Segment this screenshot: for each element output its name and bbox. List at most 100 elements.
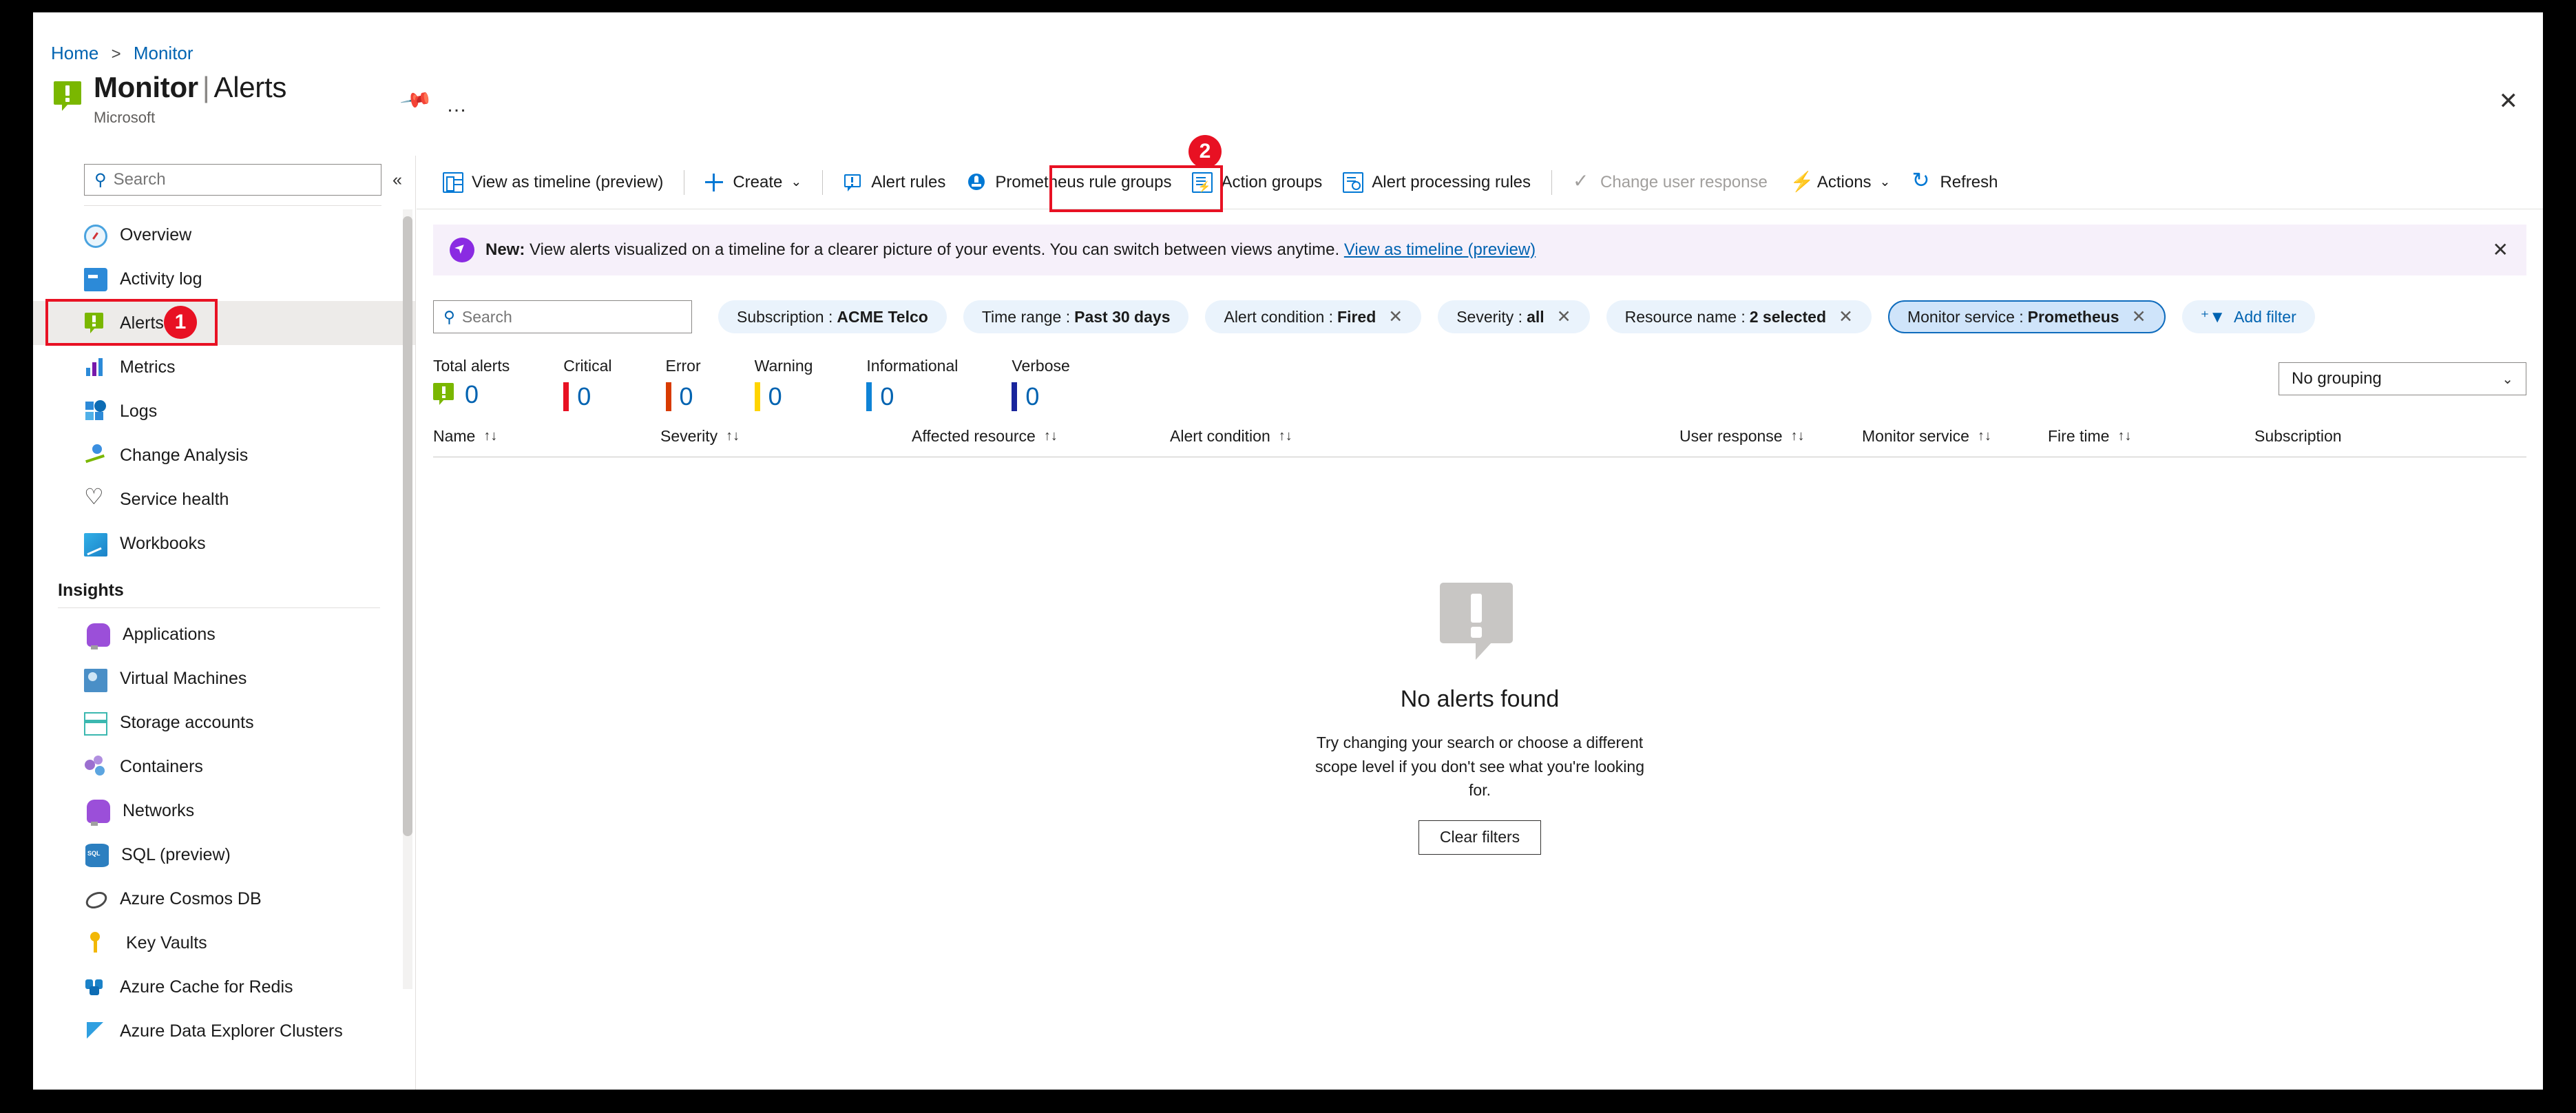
filter-chip-value: 2 selected bbox=[1749, 307, 1826, 326]
add-filter-button[interactable]: ⁺▼ Add filter bbox=[2181, 300, 2315, 333]
filter-chip-time-range[interactable]: Time range : Past 30 days bbox=[963, 300, 1189, 333]
summary-informational[interactable]: Informational 0 bbox=[866, 357, 958, 411]
column-header-user-response[interactable]: User response ↑↓ bbox=[1679, 427, 1862, 446]
remove-filter-icon[interactable]: ✕ bbox=[1557, 306, 1571, 327]
toolbar-action-groups[interactable]: Action groups bbox=[1182, 165, 1332, 200]
banner-message: View alerts visualized on a timeline for… bbox=[530, 240, 1340, 259]
summary-warning[interactable]: Warning 0 bbox=[754, 357, 813, 411]
empty-state-message: Try changing your search or choose a dif… bbox=[1315, 734, 1644, 799]
filter-chip-severity[interactable]: Severity : all ✕ bbox=[1438, 300, 1590, 333]
sidebar-section-insights: Insights bbox=[58, 581, 124, 600]
column-header-monitor-service[interactable]: Monitor service ↑↓ bbox=[1862, 427, 2048, 446]
summary-total-alerts[interactable]: Total alerts 0 bbox=[433, 357, 510, 411]
sidebar-item-applications[interactable]: Applications bbox=[33, 612, 415, 656]
sidebar-item-virtual-machines[interactable]: Virtual Machines bbox=[33, 656, 415, 700]
filter-chip-label: Alert condition : bbox=[1224, 307, 1334, 326]
sort-icon: ↑↓ bbox=[1790, 428, 1805, 444]
page-publisher: Microsoft bbox=[94, 109, 156, 126]
collapse-sidebar-icon[interactable]: « bbox=[392, 170, 402, 190]
remove-filter-icon[interactable]: ✕ bbox=[1388, 306, 1403, 327]
filter-chip-subscription[interactable]: Subscription : ACME Telco bbox=[718, 300, 947, 333]
summary-label: Warning bbox=[754, 357, 813, 375]
column-label: Affected resource bbox=[912, 427, 1036, 445]
sidebar-item-metrics[interactable]: Metrics bbox=[33, 345, 415, 389]
grouping-dropdown[interactable]: No grouping ⌄ bbox=[2279, 362, 2526, 395]
breadcrumb-monitor[interactable]: Monitor bbox=[134, 43, 193, 63]
sidebar-item-key-vaults[interactable]: Key Vaults bbox=[33, 921, 415, 965]
summary-label: Verbose bbox=[1012, 357, 1070, 375]
sidebar-item-logs[interactable]: Logs bbox=[33, 389, 415, 433]
column-label: User response bbox=[1679, 427, 1783, 445]
close-icon[interactable]: ✕ bbox=[2499, 90, 2519, 113]
sidebar-item-overview[interactable]: Overview bbox=[33, 213, 415, 257]
toolbar-prometheus-rule-groups[interactable]: Prometheus rule groups bbox=[956, 165, 1181, 200]
sidebar-item-redis[interactable]: Azure Cache for Redis bbox=[33, 965, 415, 1009]
toolbar-create[interactable]: Create ⌄ bbox=[694, 165, 811, 200]
sidebar-insights-list: Applications Virtual Machines Storage ac… bbox=[33, 612, 415, 1053]
sidebar-scrollbar[interactable] bbox=[403, 209, 412, 989]
alerts-search-input[interactable]: ⚲ Search bbox=[433, 300, 692, 333]
column-header-alert-condition[interactable]: Alert condition ↑↓ bbox=[1170, 427, 1679, 446]
page-title: Monitor | Alerts bbox=[94, 73, 286, 102]
banner-link[interactable]: View as timeline (preview) bbox=[1344, 240, 1536, 259]
sidebar-item-service-health[interactable]: Service health bbox=[33, 477, 415, 521]
sidebar-search-placeholder: Search bbox=[113, 170, 166, 189]
sidebar-item-change-analysis[interactable]: Change Analysis bbox=[33, 433, 415, 477]
breadcrumb: Home > Monitor bbox=[51, 43, 193, 64]
data-explorer-icon bbox=[84, 1021, 107, 1044]
sidebar-item-sql[interactable]: SQL (preview) bbox=[33, 833, 415, 877]
lightning-bolt-icon bbox=[1788, 170, 1814, 193]
filter-chip-label: Severity : bbox=[1456, 307, 1523, 326]
sidebar-item-networks[interactable]: Networks bbox=[33, 789, 415, 833]
toolbar-alert-processing-rules[interactable]: Alert processing rules bbox=[1333, 165, 1540, 200]
summary-error[interactable]: Error 0 bbox=[665, 357, 701, 411]
filter-chip-resource-name[interactable]: Resource name : 2 selected ✕ bbox=[1606, 300, 1872, 333]
toolbar-label: Alert rules bbox=[871, 172, 946, 191]
breadcrumb-home[interactable]: Home bbox=[51, 43, 98, 63]
clear-filters-button[interactable]: Clear filters bbox=[1418, 820, 1542, 855]
sql-icon bbox=[85, 844, 109, 867]
more-options-icon[interactable]: … bbox=[446, 94, 468, 117]
rocket-icon bbox=[450, 238, 474, 262]
sidebar-item-data-explorer[interactable]: Azure Data Explorer Clusters bbox=[33, 1009, 415, 1053]
toolbar-view-as-timeline[interactable]: View as timeline (preview) bbox=[433, 165, 673, 200]
summary-critical[interactable]: Critical 0 bbox=[563, 357, 612, 411]
sidebar-item-label: Storage accounts bbox=[120, 712, 254, 732]
sidebar-item-storage-accounts[interactable]: Storage accounts bbox=[33, 700, 415, 745]
check-icon bbox=[1571, 169, 1592, 193]
toolbar-alert-rules[interactable]: Alert rules bbox=[833, 165, 955, 200]
filter-chip-alert-condition[interactable]: Alert condition : Fired ✕ bbox=[1205, 300, 1422, 333]
toolbar-actions[interactable]: Actions ⌄ bbox=[1779, 165, 1900, 200]
cosmos-db-icon bbox=[84, 888, 107, 912]
sidebar-item-containers[interactable]: Containers bbox=[33, 745, 415, 789]
filter-chip-monitor-service[interactable]: Monitor service : Prometheus ✕ bbox=[1887, 300, 2166, 333]
sidebar-item-activity-log[interactable]: Activity log bbox=[33, 257, 415, 301]
column-header-name[interactable]: Name ↑↓ bbox=[433, 427, 660, 446]
column-header-affected-resource[interactable]: Affected resource ↑↓ bbox=[912, 427, 1170, 446]
sidebar-item-label: Containers bbox=[120, 756, 203, 776]
sidebar-scrollbar-thumb[interactable] bbox=[403, 216, 412, 836]
toolbar-refresh[interactable]: Refresh bbox=[1901, 165, 2007, 200]
column-header-severity[interactable]: Severity ↑↓ bbox=[660, 427, 912, 446]
toolbar-label: Action groups bbox=[1221, 172, 1323, 191]
sidebar-item-label: Logs bbox=[120, 401, 158, 421]
remove-filter-icon[interactable]: ✕ bbox=[2132, 306, 2146, 327]
column-header-fire-time[interactable]: Fire time ↑↓ bbox=[2048, 427, 2254, 446]
metrics-icon bbox=[84, 355, 107, 379]
filter-chip-value: Past 30 days bbox=[1074, 307, 1171, 326]
summary-verbose[interactable]: Verbose 0 bbox=[1012, 357, 1070, 411]
processing-rule-icon bbox=[1343, 171, 1364, 193]
pin-icon[interactable]: 📌 bbox=[399, 83, 434, 117]
applications-icon bbox=[87, 623, 110, 649]
sidebar-item-alerts[interactable]: Alerts bbox=[33, 301, 415, 345]
column-label: Monitor service bbox=[1862, 427, 1969, 445]
summary-value: 0 bbox=[768, 382, 782, 410]
sidebar-item-label: Azure Data Explorer Clusters bbox=[120, 1021, 343, 1041]
logs-icon bbox=[84, 399, 107, 423]
sidebar-search-input[interactable]: ⚲ Search bbox=[84, 164, 381, 196]
sidebar-item-cosmos-db[interactable]: Azure Cosmos DB bbox=[33, 877, 415, 921]
remove-filter-icon[interactable]: ✕ bbox=[1839, 306, 1853, 327]
column-header-subscription[interactable]: Subscription bbox=[2254, 427, 2342, 446]
sidebar-item-workbooks[interactable]: Workbooks bbox=[33, 521, 415, 565]
banner-close-icon[interactable]: ✕ bbox=[2493, 238, 2509, 261]
